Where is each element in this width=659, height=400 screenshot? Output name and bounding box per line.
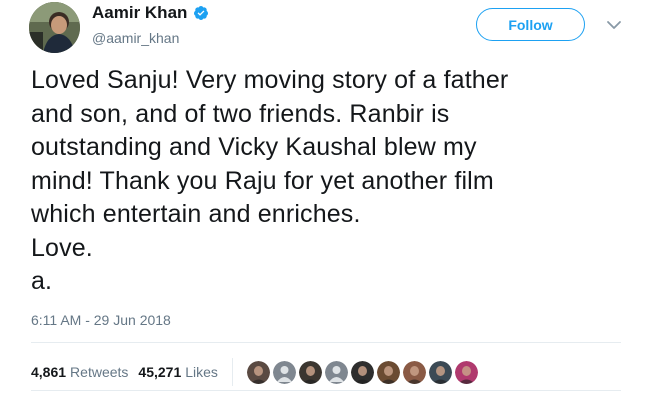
user-avatar-icon[interactable] [246, 360, 270, 384]
likes-stat[interactable]: 45,271 Likes [138, 364, 218, 380]
user-avatar-icon[interactable] [402, 360, 426, 384]
retweets-stat[interactable]: 4,861 Retweets [31, 364, 128, 380]
follow-button[interactable]: Follow [476, 8, 585, 41]
tweet-text-line: Love. [31, 233, 93, 262]
tweet-text-line: which entertain and enriches. [31, 200, 361, 228]
likers-avatar-list [246, 360, 478, 384]
divider [31, 390, 621, 391]
default-avatar-icon[interactable] [272, 360, 296, 384]
user-avatar-icon[interactable] [376, 360, 400, 384]
retweets-label: Retweets [70, 364, 129, 380]
stats-separator [231, 358, 233, 386]
tweet-timestamp[interactable]: 6:11 AM - 29 Jun 2018 [31, 312, 171, 328]
user-avatar-icon[interactable] [350, 360, 374, 384]
tweet-text-line: a. [31, 267, 53, 295]
likes-count: 45,271 [138, 364, 182, 380]
tweet-text-line: and son, and of two friends. Ranbir is [31, 99, 450, 128]
default-avatar-icon[interactable] [324, 360, 348, 384]
tweet-stats: 4,861 Retweets 45,271 Likes [31, 358, 478, 386]
user-avatar-icon[interactable] [428, 360, 452, 384]
author-display-name[interactable]: Aamir Khan [92, 3, 187, 23]
author-avatar[interactable] [29, 2, 80, 53]
verified-badge-icon [194, 6, 209, 20]
author-name-row[interactable]: Aamir Khan [92, 3, 209, 23]
tweet-text-line: Loved Sanju! Very moving story of a fath… [31, 66, 509, 94]
retweets-count: 4,861 [31, 364, 67, 380]
tweet-text-line: outstanding and Vicky Kaushal blew my [31, 133, 477, 161]
likes-label: Likes [185, 364, 218, 380]
tweet-text-line: mind! Thank you Raju for yet another fil… [31, 166, 494, 195]
tweet-text: Loved Sanju! Very moving story of a fath… [31, 64, 621, 299]
divider [31, 342, 621, 343]
chevron-down-icon[interactable] [605, 16, 623, 34]
tweet-card: Aamir Khan @aamir_khan Follow Loved Sanj… [0, 0, 659, 400]
author-handle[interactable]: @aamir_khan [92, 30, 179, 46]
user-avatar-icon[interactable] [454, 360, 478, 384]
avatar-image [29, 2, 80, 53]
user-avatar-icon[interactable] [298, 360, 322, 384]
